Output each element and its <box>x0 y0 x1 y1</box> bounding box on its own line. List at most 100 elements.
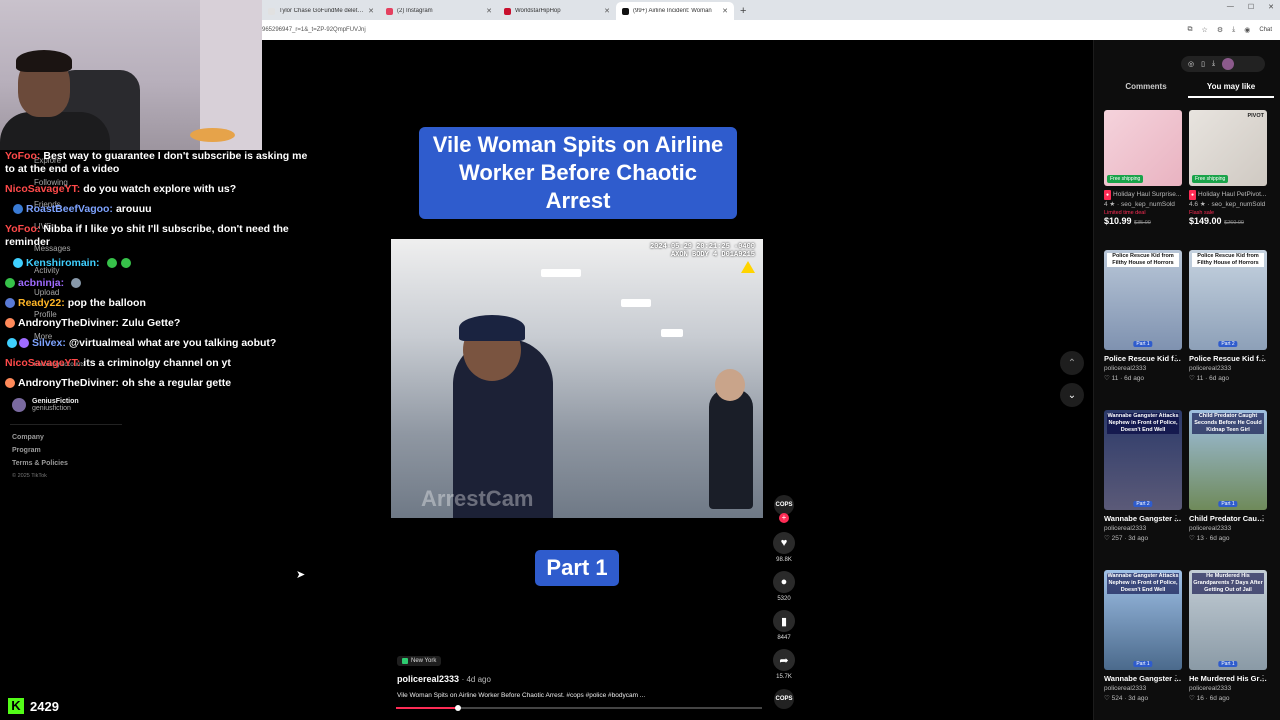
follow-plus-icon[interactable]: + <box>779 513 789 523</box>
close-icon[interactable]: ✕ <box>604 7 610 15</box>
video-card[interactable]: Child Predator Caught Seconds Before He … <box>1189 410 1267 544</box>
chat-message: NicoSavageYT: do you watch explore with u… <box>5 183 236 196</box>
chat-message: YoFoo: Nibba if I like yo shit I'll subsc… <box>5 223 289 236</box>
save-action[interactable]: ▮ 8447 <box>771 610 797 641</box>
comment-action[interactable]: ● 5320 <box>771 571 797 602</box>
badge-icon <box>5 278 15 289</box>
share-action[interactable]: ➦ 15.7K <box>771 649 797 680</box>
comment-icon[interactable]: ● <box>773 571 795 593</box>
video-card-author: policereal2333 <box>1189 685 1232 692</box>
share-icon[interactable]: ➦ <box>773 649 795 671</box>
chat-button[interactable]: Chat <box>1259 27 1272 33</box>
thumbnail-text: Police Rescue Kid from Filthy House of H… <box>1107 253 1179 267</box>
video-card-author: policereal2333 <box>1104 525 1147 532</box>
user-avatar[interactable] <box>1222 58 1235 70</box>
chat-username: YoFoo: <box>5 150 41 162</box>
video-card[interactable]: He Murdered His Grandparents 7 Days Afte… <box>1189 570 1267 704</box>
phone-icon[interactable]: ▯ <box>1201 60 1205 68</box>
more-options-icon[interactable]: ⋮ <box>1259 354 1267 363</box>
chat-text: pop the balloon <box>67 297 146 309</box>
tab-comments[interactable]: Comments <box>1104 82 1188 98</box>
more-options-icon[interactable]: ⋮ <box>1172 674 1180 683</box>
share-count: 15.7K <box>776 674 792 680</box>
new-tab-button[interactable]: + <box>734 2 752 20</box>
part-chip: Part 1 <box>1218 501 1238 507</box>
bookmark-icon[interactable]: ▮ <box>773 610 795 632</box>
thumbnail-text: PIVOT <box>1247 113 1264 119</box>
minimize-icon[interactable]: — <box>1227 3 1234 11</box>
close-icon[interactable]: ✕ <box>722 7 728 15</box>
more-options-icon[interactable]: ⋮ <box>1259 514 1267 523</box>
bookmark-star-icon[interactable]: ☆ <box>1202 26 1208 34</box>
compass-icon[interactable]: ◎ <box>1188 60 1194 68</box>
video-author[interactable]: policereal2333 · 4d ago <box>397 674 491 684</box>
more-options-icon[interactable]: ⋮ <box>1172 514 1180 523</box>
video-card-stats: ♡ 13 · 6d ago <box>1189 535 1230 542</box>
chat-message: Ready22: pop the balloon <box>5 297 146 310</box>
url-text[interactable]: 965296947_r=1&_t=ZP-92QmpFUVJnj <box>262 27 366 33</box>
footer-terms-link[interactable]: Terms & Policies <box>12 460 68 467</box>
download-icon[interactable]: ⤓ <box>1232 26 1235 34</box>
chat-message: reminder <box>5 236 50 249</box>
shipping-badge: Free shipping <box>1192 175 1229 183</box>
close-window-icon[interactable]: ✕ <box>1268 3 1274 11</box>
video-card-author: policereal2333 <box>1104 685 1147 692</box>
bodycam-id: AXON BODY 4 D01A9215 <box>670 251 755 259</box>
video-person-worker-head <box>715 369 745 401</box>
progress-knob[interactable] <box>455 705 462 711</box>
video-title: Vile Woman Spits on Airline Worker Befor… <box>432 132 724 213</box>
video-thumbnail: He Murdered His Grandparents 7 Days Afte… <box>1189 570 1267 670</box>
video-card[interactable]: Wannabe Gangster Attacks Nephew in Front… <box>1104 410 1182 544</box>
heart-icon[interactable]: ♥ <box>773 532 795 554</box>
product-card[interactable]: Free shipping ● Holiday Haul Surprise... … <box>1104 110 1182 226</box>
video-card-title: He Murdered His Grandparents 7... <box>1189 674 1267 683</box>
profile-icon[interactable]: ◉ <box>1244 26 1250 34</box>
browser-tab-active[interactable]: (99+) Airline Incident: Woman ✕ <box>616 2 734 20</box>
ceiling-light <box>661 329 683 337</box>
badge-icon <box>13 258 23 269</box>
chat-username: YoFoo: <box>5 223 41 235</box>
tab-you-may-like[interactable]: You may like <box>1188 82 1274 98</box>
sound-avatar[interactable]: COPS <box>774 689 794 709</box>
video-thumbnail: Wannabe Gangster Attacks Nephew in Front… <box>1104 570 1182 670</box>
previous-video-button[interactable]: ⌃ <box>1060 351 1084 375</box>
browser-tab-bar: Tylor Chase GoFundMe deleted a ✕ (2) Inst… <box>262 0 1280 20</box>
creator-avatar[interactable]: COPS <box>774 495 794 515</box>
location-text: New York <box>411 658 437 664</box>
chat-message: to at the end of a video <box>5 163 119 176</box>
chat-username: NicoSavageYT: <box>5 183 81 195</box>
badge-icon <box>19 338 29 349</box>
video-card[interactable]: Wannabe Gangster Attacks Nephew in Front… <box>1104 570 1182 704</box>
chat-text: arouuu <box>115 203 152 215</box>
maximize-icon[interactable]: ☐ <box>1248 3 1254 11</box>
like-action[interactable]: ♥ 98.8K <box>771 532 797 563</box>
translate-icon[interactable]: ⧉ <box>1188 26 1193 34</box>
video-card-author: policereal2333 <box>1189 525 1232 532</box>
extension-icon[interactable]: ⚙ <box>1217 26 1223 34</box>
download-icon[interactable]: ⤓ <box>1212 60 1215 68</box>
streamer-body <box>0 112 110 150</box>
browser-tab[interactable]: Tylor Chase GoFundMe deleted a ✕ <box>262 2 380 20</box>
address-bar[interactable]: 965296947_r=1&_t=ZP-92QmpFUVJnj ⧉ ☆ ⚙ ⤓ … <box>262 20 1280 40</box>
footer-company-link[interactable]: Company <box>12 434 44 441</box>
video-thumbnail: Wannabe Gangster Attacks Nephew in Front… <box>1104 410 1182 510</box>
close-icon[interactable]: ✕ <box>368 7 374 15</box>
author-name[interactable]: policereal2333 <box>397 674 459 684</box>
tab-title: Tylor Chase GoFundMe deleted a <box>279 8 365 14</box>
bodycam-video[interactable]: 2024-05-29 20:21:25 -0400 AXON BODY 4 D01… <box>391 239 763 518</box>
video-progress-bar[interactable] <box>396 705 762 711</box>
following-account[interactable]: GeniusFiction geniusfiction <box>12 398 79 412</box>
footer-program-link[interactable]: Program <box>12 447 41 454</box>
video-card[interactable]: Police Rescue Kid from Filthy House of H… <box>1104 250 1182 384</box>
comment-count: 5320 <box>777 596 791 602</box>
browser-tab[interactable]: (2) Instagram ✕ <box>380 2 498 20</box>
more-options-icon[interactable]: ⋮ <box>1172 354 1180 363</box>
location-tag[interactable]: New York <box>397 656 442 666</box>
tab-title: (2) Instagram <box>397 8 433 14</box>
browser-tab[interactable]: WorldstarHipHop ✕ <box>498 2 616 20</box>
video-card[interactable]: Police Rescue Kid from Filthy House of H… <box>1189 250 1267 384</box>
next-video-button[interactable]: ⌄ <box>1060 383 1084 407</box>
product-card[interactable]: PIVOT Free shipping ● Holiday Haul PetPiv… <box>1189 110 1267 226</box>
more-options-icon[interactable]: ⋮ <box>1259 674 1267 683</box>
close-icon[interactable]: ✕ <box>486 7 492 15</box>
